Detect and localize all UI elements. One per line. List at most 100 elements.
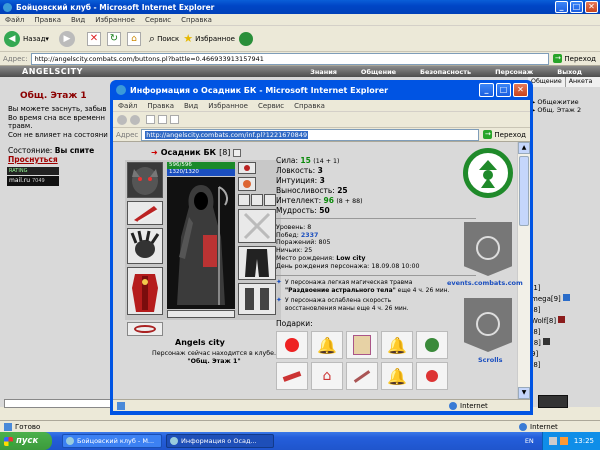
maximize-icon[interactable]: □ xyxy=(496,83,511,97)
menu-help[interactable]: Справка xyxy=(289,102,330,110)
list-item[interactable]: [8] xyxy=(531,338,570,349)
wake-up-link[interactable]: Проснуться xyxy=(8,155,94,164)
search-button[interactable]: ⌕ Поиск xyxy=(149,32,179,46)
forward-arrow-icon[interactable] xyxy=(130,114,140,125)
gift-item[interactable] xyxy=(416,362,448,390)
stop-icon[interactable]: ✕ xyxy=(86,31,101,46)
red-armor-icon xyxy=(132,274,158,312)
list-item[interactable]: ▸ Общ. Этаж 2 xyxy=(532,106,581,114)
scrolls-link[interactable]: Scrolls xyxy=(478,356,503,364)
list-item[interactable]: mega[9] xyxy=(531,294,571,305)
profile-address-input[interactable]: http://angelscity.combats.com/inf.pl?122… xyxy=(141,128,480,141)
gloves-slot[interactable] xyxy=(127,228,163,264)
events-banner[interactable] xyxy=(464,222,512,276)
amulet-slot[interactable] xyxy=(238,177,256,191)
maximize-icon[interactable]: □ xyxy=(570,1,583,13)
close-icon[interactable]: ✕ xyxy=(513,83,528,97)
menu-help[interactable]: Справка xyxy=(176,16,217,24)
home-icon[interactable]: ⌂ xyxy=(126,31,141,46)
taskbar-task-active[interactable]: Информация о Осад... xyxy=(166,434,274,448)
menu-favorites[interactable]: Избранное xyxy=(90,16,140,24)
ring-slot-2[interactable] xyxy=(251,194,263,206)
belt-slot[interactable] xyxy=(167,310,235,318)
scrolls-banner[interactable] xyxy=(464,298,512,352)
scroll-thumb[interactable] xyxy=(519,156,529,226)
stop-icon[interactable] xyxy=(146,115,155,124)
ie-icon xyxy=(170,437,178,445)
weapon-slot[interactable] xyxy=(238,209,276,243)
close-icon[interactable]: ✕ xyxy=(585,1,598,13)
refresh-icon[interactable]: ↻ xyxy=(106,31,121,46)
gift-item[interactable]: ⌂ xyxy=(311,362,343,390)
list-item[interactable]: Wolf[8] xyxy=(531,316,570,327)
tab-chat[interactable]: Общение xyxy=(528,77,566,87)
bracer-slot[interactable] xyxy=(127,201,163,225)
earring-slot[interactable] xyxy=(238,162,256,174)
list-item[interactable]: 9] xyxy=(531,349,570,360)
nav-exit[interactable]: Выход xyxy=(545,68,594,76)
scroll-up-icon[interactable]: ▲ xyxy=(518,142,530,154)
refresh-icon[interactable] xyxy=(158,115,167,124)
nav-chat[interactable]: Общение xyxy=(349,68,408,76)
menu-favorites[interactable]: Избранное xyxy=(203,102,253,110)
clan-emblem[interactable] xyxy=(463,148,513,198)
start-button[interactable]: пуск xyxy=(0,432,52,450)
minimize-icon[interactable]: _ xyxy=(555,1,568,13)
events-link[interactable]: events.combats.com xyxy=(447,279,523,287)
menu-edit[interactable]: Правка xyxy=(29,16,66,24)
nav-knowledge[interactable]: Знания xyxy=(298,68,349,76)
menu-tools[interactable]: Сервис xyxy=(253,102,289,110)
boots-slot[interactable] xyxy=(238,283,276,315)
menu-view[interactable]: Вид xyxy=(66,16,90,24)
profile-go-button[interactable]: → Переход xyxy=(479,130,530,139)
ring-slot-1[interactable] xyxy=(238,194,250,206)
tab-profile[interactable]: Анкета xyxy=(566,77,596,87)
gift-item[interactable] xyxy=(276,362,308,390)
bg-address-input[interactable]: http://angelscity.combats.com/buttons.pl… xyxy=(30,52,550,65)
scroll-down-icon[interactable]: ▼ xyxy=(518,387,530,399)
gift-item[interactable] xyxy=(276,331,308,359)
menu-view[interactable]: Вид xyxy=(179,102,203,110)
ring-slot-3[interactable] xyxy=(264,194,276,206)
tray-icon[interactable] xyxy=(559,437,568,445)
list-item[interactable]: |8] xyxy=(531,305,570,316)
media-icon[interactable] xyxy=(238,31,253,46)
menu-edit[interactable]: Правка xyxy=(142,102,179,110)
info-icon[interactable] xyxy=(233,148,242,157)
profile-title-bar[interactable]: Информация о Осадник БК - Microsoft Inte… xyxy=(113,80,530,100)
equipped-belt[interactable] xyxy=(127,322,163,336)
language-indicator[interactable]: EN xyxy=(525,437,534,445)
gift-item[interactable]: 🔔 xyxy=(381,331,413,359)
taskbar-task[interactable]: Бойцовский клуб - М... xyxy=(62,434,162,448)
nav-security[interactable]: Безопасность xyxy=(408,68,483,76)
armor-slot[interactable] xyxy=(127,267,163,315)
forward-arrow-icon[interactable]: ▶ xyxy=(58,30,75,47)
menu-file[interactable]: Файл xyxy=(113,102,142,110)
menu-file[interactable]: Файл xyxy=(0,16,29,24)
helmet-slot[interactable] xyxy=(127,162,163,198)
tray-icon[interactable] xyxy=(548,437,557,445)
back-arrow-icon[interactable] xyxy=(117,114,127,125)
hooded-reaper-icon xyxy=(177,185,228,305)
minimize-icon[interactable]: _ xyxy=(479,83,494,97)
back-button[interactable]: ◀ Назад ▾ xyxy=(4,30,49,47)
nav-character[interactable]: Персонаж xyxy=(483,68,545,76)
legs-slot[interactable] xyxy=(238,246,276,280)
gift-item[interactable]: 🔔 xyxy=(311,331,343,359)
bg-go-button[interactable]: → Переход xyxy=(549,54,600,63)
menu-tools[interactable]: Сервис xyxy=(140,16,176,24)
favorites-button[interactable]: ★ Избранное xyxy=(183,32,235,45)
list-item[interactable]: |8] xyxy=(531,327,570,338)
profile-menu-bar: Файл Правка Вид Избранное Сервис Справка xyxy=(113,100,530,112)
vertical-scrollbar[interactable]: ▲ ▼ xyxy=(517,142,530,399)
bg-title-bar[interactable]: Бойцовский клуб - Microsoft Internet Exp… xyxy=(0,0,600,14)
list-item[interactable]: |8] xyxy=(531,360,570,371)
gift-item[interactable] xyxy=(346,331,378,359)
gift-item[interactable] xyxy=(416,331,448,359)
home-icon[interactable] xyxy=(170,115,179,124)
list-item[interactable]: |1] xyxy=(531,283,570,294)
gift-item[interactable]: 🔔 xyxy=(381,362,413,390)
list-item[interactable]: ▸ Общежитие xyxy=(532,98,581,106)
gift-item[interactable] xyxy=(346,362,378,390)
stat-row: Интуиция: 3 xyxy=(276,176,325,185)
